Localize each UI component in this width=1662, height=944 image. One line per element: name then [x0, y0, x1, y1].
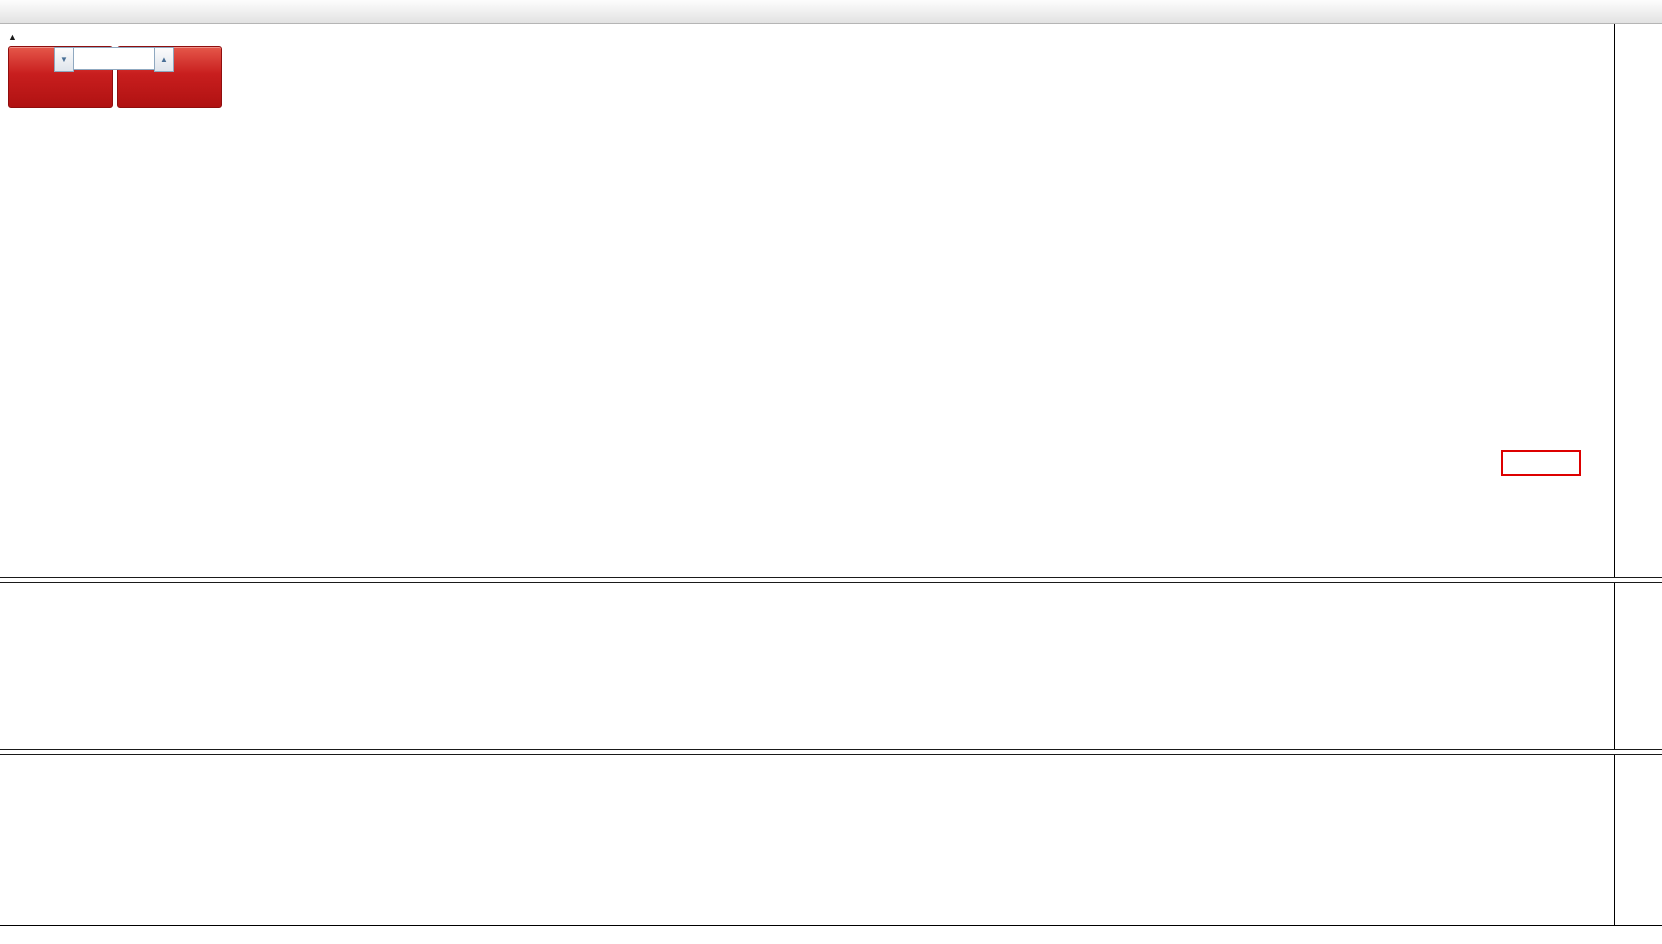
price-chart-canvas[interactable]: [0, 24, 1614, 577]
collapse-triangle-icon[interactable]: ▲: [8, 32, 17, 42]
rsi-chart-canvas[interactable]: [0, 754, 1614, 925]
pane-divider[interactable]: [0, 749, 1662, 755]
one-click-trade-panel: ▼ ▲: [8, 46, 220, 106]
chart-title: ▲: [8, 29, 28, 43]
lot-size-control: ▼ ▲: [54, 47, 174, 70]
pane-divider[interactable]: [0, 577, 1662, 583]
time-axis-line: [0, 925, 1662, 926]
price-callout-box[interactable]: [1501, 450, 1581, 476]
lot-decrease-button[interactable]: ▼: [54, 47, 74, 72]
lot-increase-button[interactable]: ▲: [154, 47, 174, 72]
toolbar: [0, 0, 1662, 24]
macd-chart-canvas[interactable]: [0, 581, 1614, 749]
lot-size-input[interactable]: [74, 47, 154, 70]
price-axis-line: [1614, 24, 1615, 925]
